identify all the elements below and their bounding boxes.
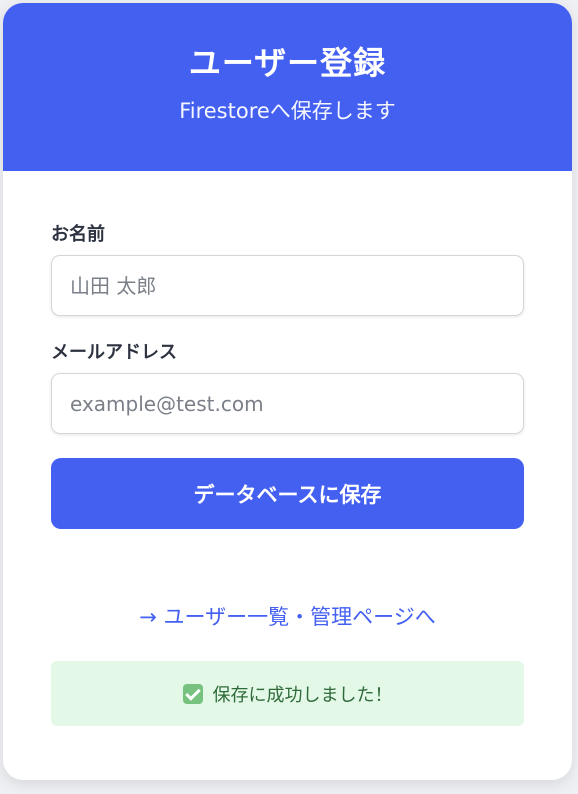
success-message: 保存に成功しました！ [51,661,524,726]
check-mark-icon [182,683,203,704]
page-title: ユーザー登録 [188,44,387,82]
registration-card: ユーザー登録 Firestoreへ保存します お名前 メールアドレス データベー… [3,3,572,780]
name-label: お名前 [51,224,105,245]
email-input[interactable] [51,373,524,434]
page-subtitle: Firestoreへ保存します [179,99,396,123]
save-button[interactable]: データベースに保存 [51,458,524,529]
email-label: メールアドレス [51,342,177,363]
name-input[interactable] [51,255,524,316]
form-body: お名前 メールアドレス データベースに保存 → ユーザー一覧・管理ページへ 保存… [3,223,572,726]
success-message-text: 保存に成功しました！ [212,684,393,706]
card-header: ユーザー登録 Firestoreへ保存します [3,3,572,171]
link-container: → ユーザー一覧・管理ページへ [51,603,524,631]
user-list-link[interactable]: → ユーザー一覧・管理ページへ [139,605,435,629]
